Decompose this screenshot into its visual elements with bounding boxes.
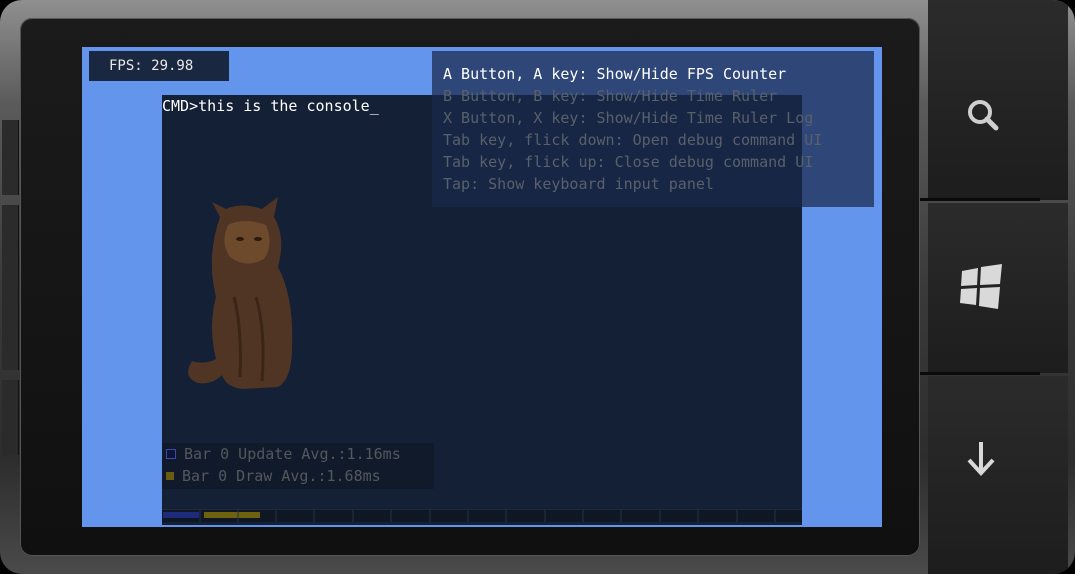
time-ruler: [162, 509, 802, 522]
log-row-draw: Bar 0 Draw Avg.:1.68ms: [166, 467, 381, 485]
volume-side-button[interactable]: [2, 205, 19, 370]
help-line-fps: A Button, A key: Show/Hide FPS Counter: [443, 65, 787, 83]
game-screen[interactable]: FPS: 29.98 CMD>this is the console_ A Bu…: [82, 47, 882, 527]
phone-frame: FPS: 29.98 CMD>this is the console_ A Bu…: [0, 0, 1075, 574]
search-button[interactable]: [955, 88, 1011, 144]
search-icon: [968, 100, 999, 131]
camera-side-button[interactable]: [2, 380, 19, 455]
log-row-draw-label: Bar 0 Draw Avg.:1.68ms: [182, 467, 381, 485]
help-line-open-ui: Tab key, flick down: Open debug command …: [443, 131, 823, 149]
help-line-close-ui: Tab key, flick up: Close debug command U…: [443, 153, 814, 171]
cat-image: [188, 197, 293, 389]
log-row-update-label: Bar 0 Update Avg.:1.16ms: [184, 445, 401, 463]
help-line-keyboard: Tap: Show keyboard input panel: [443, 175, 714, 193]
windows-logo-icon: [960, 264, 1002, 309]
console-prompt[interactable]: CMD>this is the console_: [162, 97, 379, 115]
log-row-update: Bar 0 Update Avg.:1.16ms: [166, 445, 401, 463]
help-line-time-ruler-log: X Button, X key: Show/Hide Time Ruler Lo…: [443, 109, 814, 127]
back-button[interactable]: [953, 430, 1009, 486]
start-button[interactable]: [953, 258, 1009, 314]
back-arrow-icon: [967, 442, 995, 476]
volume-up-side-button[interactable]: [2, 120, 19, 195]
draw-swatch: [166, 472, 174, 480]
help-line-time-ruler: B Button, B key: Show/Hide Time Ruler: [443, 87, 778, 105]
fps-counter: FPS: 29.98: [89, 51, 229, 81]
update-swatch: [166, 449, 176, 459]
